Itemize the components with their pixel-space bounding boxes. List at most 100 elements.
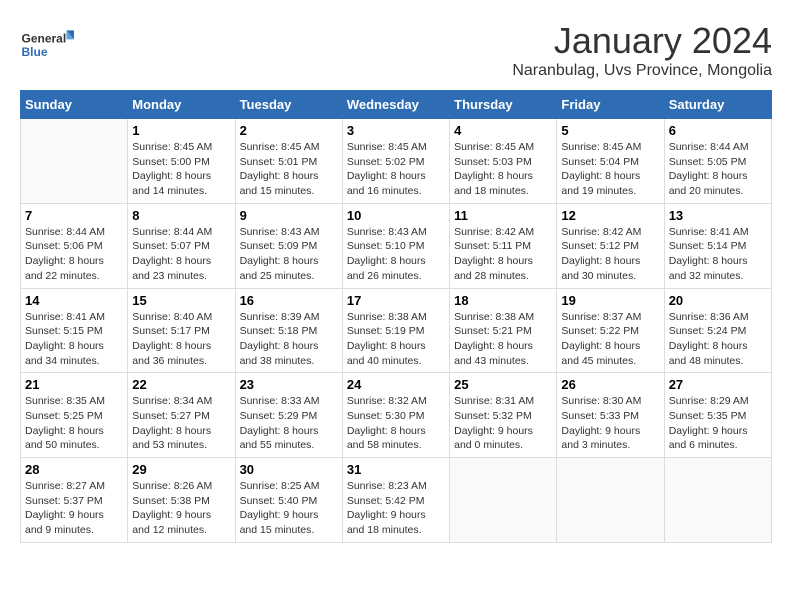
day-info: Sunrise: 8:43 AMSunset: 5:09 PMDaylight:… bbox=[240, 225, 338, 284]
day-info: Sunrise: 8:32 AMSunset: 5:30 PMDaylight:… bbox=[347, 394, 445, 453]
day-number: 18 bbox=[454, 293, 552, 308]
calendar-week-row: 21 Sunrise: 8:35 AMSunset: 5:25 PMDayligh… bbox=[21, 373, 772, 458]
day-info: Sunrise: 8:36 AMSunset: 5:24 PMDaylight:… bbox=[669, 310, 767, 369]
day-info: Sunrise: 8:44 AMSunset: 5:05 PMDaylight:… bbox=[669, 140, 767, 199]
day-number: 28 bbox=[25, 462, 123, 477]
calendar-cell: 16Sunrise: 8:39 AMSunset: 5:18 PMDayligh… bbox=[235, 288, 342, 373]
calendar-cell: 10Sunrise: 8:43 AMSunset: 5:10 PMDayligh… bbox=[342, 203, 449, 288]
weekday-header: Wednesday bbox=[342, 91, 449, 119]
weekday-header: Friday bbox=[557, 91, 664, 119]
calendar-cell: 19 Sunrise: 8:37 AMSunset: 5:22 PMDayligh… bbox=[557, 288, 664, 373]
day-number: 13 bbox=[669, 208, 767, 223]
day-info: Sunrise: 8:45 AMSunset: 5:01 PMDaylight:… bbox=[240, 140, 338, 199]
month-title: January 2024 bbox=[512, 20, 772, 62]
day-info: Sunrise: 8:41 AMSunset: 5:14 PMDaylight:… bbox=[669, 225, 767, 284]
calendar-cell: 14Sunrise: 8:41 AMSunset: 5:15 PMDayligh… bbox=[21, 288, 128, 373]
day-number: 30 bbox=[240, 462, 338, 477]
calendar-cell: 21 Sunrise: 8:35 AMSunset: 5:25 PMDayligh… bbox=[21, 373, 128, 458]
day-number: 19 bbox=[561, 293, 659, 308]
day-number: 9 bbox=[240, 208, 338, 223]
weekday-header: Sunday bbox=[21, 91, 128, 119]
calendar-cell: 27 Sunrise: 8:29 AMSunset: 5:35 PMDayligh… bbox=[664, 373, 771, 458]
weekday-header: Monday bbox=[128, 91, 235, 119]
day-number: 11 bbox=[454, 208, 552, 223]
title-area: January 2024 Naranbulag, Uvs Province, M… bbox=[512, 20, 772, 80]
day-info: Sunrise: 8:31 AMSunset: 5:32 PMDaylight:… bbox=[454, 394, 552, 453]
svg-text:General: General bbox=[22, 31, 67, 45]
day-number: 24 bbox=[347, 377, 445, 392]
calendar-cell: 15 Sunrise: 8:40 AMSunset: 5:17 PMDayligh… bbox=[128, 288, 235, 373]
day-info: Sunrise: 8:29 AMSunset: 5:35 PMDaylight:… bbox=[669, 394, 767, 453]
logo: General Blue bbox=[20, 20, 80, 70]
calendar-cell: 31 Sunrise: 8:23 AMSunset: 5:42 PMDayligh… bbox=[342, 458, 449, 543]
calendar-cell: 6 Sunrise: 8:44 AMSunset: 5:05 PMDaylight… bbox=[664, 119, 771, 204]
day-number: 27 bbox=[669, 377, 767, 392]
calendar-cell: 3 Sunrise: 8:45 AMSunset: 5:02 PMDaylight… bbox=[342, 119, 449, 204]
day-number: 4 bbox=[454, 123, 552, 138]
day-info: Sunrise: 8:38 AMSunset: 5:21 PMDaylight:… bbox=[454, 310, 552, 369]
calendar-cell bbox=[21, 119, 128, 204]
day-info: Sunrise: 8:35 AMSunset: 5:25 PMDaylight:… bbox=[25, 394, 123, 453]
day-info: Sunrise: 8:27 AMSunset: 5:37 PMDaylight:… bbox=[25, 479, 123, 538]
day-number: 16 bbox=[240, 293, 338, 308]
calendar-cell: 4 Sunrise: 8:45 AMSunset: 5:03 PMDaylight… bbox=[450, 119, 557, 204]
calendar-cell: 25Sunrise: 8:31 AMSunset: 5:32 PMDayligh… bbox=[450, 373, 557, 458]
day-info: Sunrise: 8:45 AMSunset: 5:03 PMDaylight:… bbox=[454, 140, 552, 199]
day-info: Sunrise: 8:38 AMSunset: 5:19 PMDaylight:… bbox=[347, 310, 445, 369]
day-info: Sunrise: 8:45 AMSunset: 5:02 PMDaylight:… bbox=[347, 140, 445, 199]
calendar-cell: 22 Sunrise: 8:34 AMSunset: 5:27 PMDayligh… bbox=[128, 373, 235, 458]
day-info: Sunrise: 8:44 AMSunset: 5:07 PMDaylight:… bbox=[132, 225, 230, 284]
calendar-cell: 8Sunrise: 8:44 AMSunset: 5:07 PMDaylight… bbox=[128, 203, 235, 288]
calendar-cell: 17Sunrise: 8:38 AMSunset: 5:19 PMDayligh… bbox=[342, 288, 449, 373]
day-info: Sunrise: 8:34 AMSunset: 5:27 PMDaylight:… bbox=[132, 394, 230, 453]
weekday-header: Tuesday bbox=[235, 91, 342, 119]
day-number: 26 bbox=[561, 377, 659, 392]
day-number: 15 bbox=[132, 293, 230, 308]
day-info: Sunrise: 8:45 AMSunset: 5:00 PMDaylight:… bbox=[132, 140, 230, 199]
calendar-cell: 1 Sunrise: 8:45 AMSunset: 5:00 PMDaylight… bbox=[128, 119, 235, 204]
day-number: 31 bbox=[347, 462, 445, 477]
day-number: 3 bbox=[347, 123, 445, 138]
day-number: 22 bbox=[132, 377, 230, 392]
day-info: Sunrise: 8:45 AMSunset: 5:04 PMDaylight:… bbox=[561, 140, 659, 199]
calendar-week-row: 7Sunrise: 8:44 AMSunset: 5:06 PMDaylight… bbox=[21, 203, 772, 288]
calendar-cell: 29 Sunrise: 8:26 AMSunset: 5:38 PMDayligh… bbox=[128, 458, 235, 543]
subtitle: Naranbulag, Uvs Province, Mongolia bbox=[512, 62, 772, 80]
calendar-cell: 26 Sunrise: 8:30 AMSunset: 5:33 PMDayligh… bbox=[557, 373, 664, 458]
calendar-table: SundayMondayTuesdayWednesdayThursdayFrid… bbox=[20, 90, 772, 543]
day-number: 2 bbox=[240, 123, 338, 138]
calendar-cell: 5 Sunrise: 8:45 AMSunset: 5:04 PMDaylight… bbox=[557, 119, 664, 204]
calendar-cell bbox=[450, 458, 557, 543]
calendar-week-row: 14Sunrise: 8:41 AMSunset: 5:15 PMDayligh… bbox=[21, 288, 772, 373]
calendar-cell: 11 Sunrise: 8:42 AMSunset: 5:11 PMDayligh… bbox=[450, 203, 557, 288]
day-number: 1 bbox=[132, 123, 230, 138]
day-number: 7 bbox=[25, 208, 123, 223]
day-number: 23 bbox=[240, 377, 338, 392]
calendar-cell: 24 Sunrise: 8:32 AMSunset: 5:30 PMDayligh… bbox=[342, 373, 449, 458]
day-number: 5 bbox=[561, 123, 659, 138]
calendar-cell: 7Sunrise: 8:44 AMSunset: 5:06 PMDaylight… bbox=[21, 203, 128, 288]
day-info: Sunrise: 8:40 AMSunset: 5:17 PMDaylight:… bbox=[132, 310, 230, 369]
calendar-cell: 13 Sunrise: 8:41 AMSunset: 5:14 PMDayligh… bbox=[664, 203, 771, 288]
day-number: 6 bbox=[669, 123, 767, 138]
calendar-cell: 28 Sunrise: 8:27 AMSunset: 5:37 PMDayligh… bbox=[21, 458, 128, 543]
logo-svg: General Blue bbox=[20, 20, 80, 70]
calendar-cell: 9 Sunrise: 8:43 AMSunset: 5:09 PMDaylight… bbox=[235, 203, 342, 288]
day-number: 10 bbox=[347, 208, 445, 223]
day-info: Sunrise: 8:42 AMSunset: 5:11 PMDaylight:… bbox=[454, 225, 552, 284]
day-info: Sunrise: 8:26 AMSunset: 5:38 PMDaylight:… bbox=[132, 479, 230, 538]
calendar-week-row: 1 Sunrise: 8:45 AMSunset: 5:00 PMDaylight… bbox=[21, 119, 772, 204]
day-number: 14 bbox=[25, 293, 123, 308]
day-info: Sunrise: 8:42 AMSunset: 5:12 PMDaylight:… bbox=[561, 225, 659, 284]
day-info: Sunrise: 8:37 AMSunset: 5:22 PMDaylight:… bbox=[561, 310, 659, 369]
calendar-cell bbox=[664, 458, 771, 543]
calendar-cell: 18 Sunrise: 8:38 AMSunset: 5:21 PMDayligh… bbox=[450, 288, 557, 373]
calendar-cell: 12Sunrise: 8:42 AMSunset: 5:12 PMDayligh… bbox=[557, 203, 664, 288]
svg-text:Blue: Blue bbox=[22, 45, 48, 59]
day-number: 21 bbox=[25, 377, 123, 392]
day-info: Sunrise: 8:23 AMSunset: 5:42 PMDaylight:… bbox=[347, 479, 445, 538]
day-info: Sunrise: 8:30 AMSunset: 5:33 PMDaylight:… bbox=[561, 394, 659, 453]
weekday-header: Saturday bbox=[664, 91, 771, 119]
day-info: Sunrise: 8:25 AMSunset: 5:40 PMDaylight:… bbox=[240, 479, 338, 538]
day-number: 29 bbox=[132, 462, 230, 477]
